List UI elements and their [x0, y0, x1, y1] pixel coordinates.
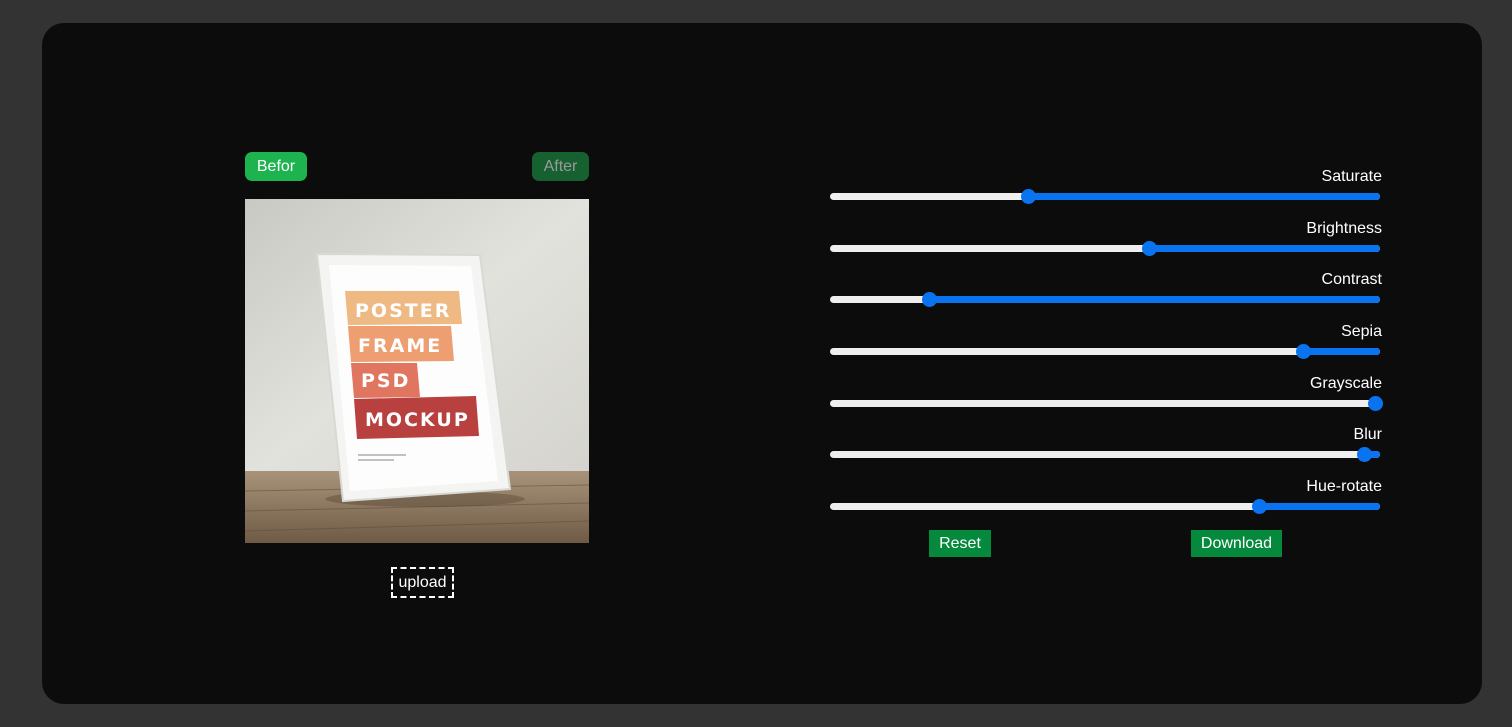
filter-label-hue-rotate: Hue-rotate [1306, 478, 1382, 496]
slider-thumb[interactable] [1357, 447, 1372, 463]
poster-line-1: POSTER [355, 300, 451, 322]
filter-label-blur: Blur [1353, 426, 1382, 444]
filter-slider-hue-rotate[interactable] [830, 499, 1380, 515]
filter-row-brightness: Brightness [830, 220, 1382, 272]
filter-slider-contrast[interactable] [830, 292, 1380, 308]
slider-fill [1303, 348, 1380, 356]
filter-label-brightness: Brightness [1306, 219, 1382, 237]
filter-row-blur: Blur [830, 426, 1382, 478]
image-preview: POSTER FRAME PSD MOCKUP [245, 199, 589, 543]
poster-line-3: PSD [361, 370, 410, 392]
editor-panel: Befor After POSTER FRAME PSD MOCKUP uplo… [42, 23, 1482, 704]
upload-button[interactable]: upload [391, 567, 454, 598]
filter-label-contrast: Contrast [1321, 271, 1382, 289]
slider-thumb[interactable] [1296, 344, 1311, 360]
slider-fill [929, 296, 1380, 304]
filter-row-contrast: Contrast [830, 271, 1382, 323]
after-toggle-button[interactable]: After [532, 152, 589, 181]
filter-label-grayscale: Grayscale [1309, 374, 1382, 392]
filter-slider-sepia[interactable] [830, 344, 1380, 360]
download-button[interactable]: Download [1191, 530, 1282, 557]
poster-line-2: FRAME [358, 335, 442, 357]
filter-row-grayscale: Grayscale [830, 374, 1383, 427]
slider-thumb[interactable] [922, 292, 937, 308]
slider-thumb[interactable] [1021, 189, 1036, 204]
slider-fill [1028, 193, 1380, 200]
filter-slider-blur[interactable] [830, 447, 1380, 463]
filter-slider-grayscale[interactable] [830, 395, 1383, 411]
slider-thumb[interactable] [1252, 499, 1267, 515]
filter-row-sepia: Sepia [830, 323, 1382, 375]
slider-fill [1149, 244, 1380, 252]
reset-button[interactable]: Reset [929, 530, 991, 557]
poster-line-4: MOCKUP [365, 409, 470, 431]
filter-slider-saturate[interactable] [830, 189, 1380, 204]
filter-row-saturate: Saturate [830, 168, 1382, 220]
filter-controls: Saturate Brightness Contrast Sepia Grayscale… [830, 168, 1383, 530]
slider-thumb[interactable] [1142, 240, 1157, 256]
poster-frame-image: POSTER FRAME PSD MOCKUP [245, 199, 589, 543]
slider-thumb[interactable] [1368, 395, 1383, 411]
filter-slider-brightness[interactable] [830, 240, 1380, 256]
filter-row-hue-rotate: Hue-rotate [830, 478, 1382, 530]
filter-label-sepia: Sepia [1341, 323, 1382, 341]
filter-label-saturate: Saturate [1321, 168, 1382, 185]
before-toggle-button[interactable]: Befor [245, 152, 307, 181]
slider-fill [1259, 503, 1380, 511]
